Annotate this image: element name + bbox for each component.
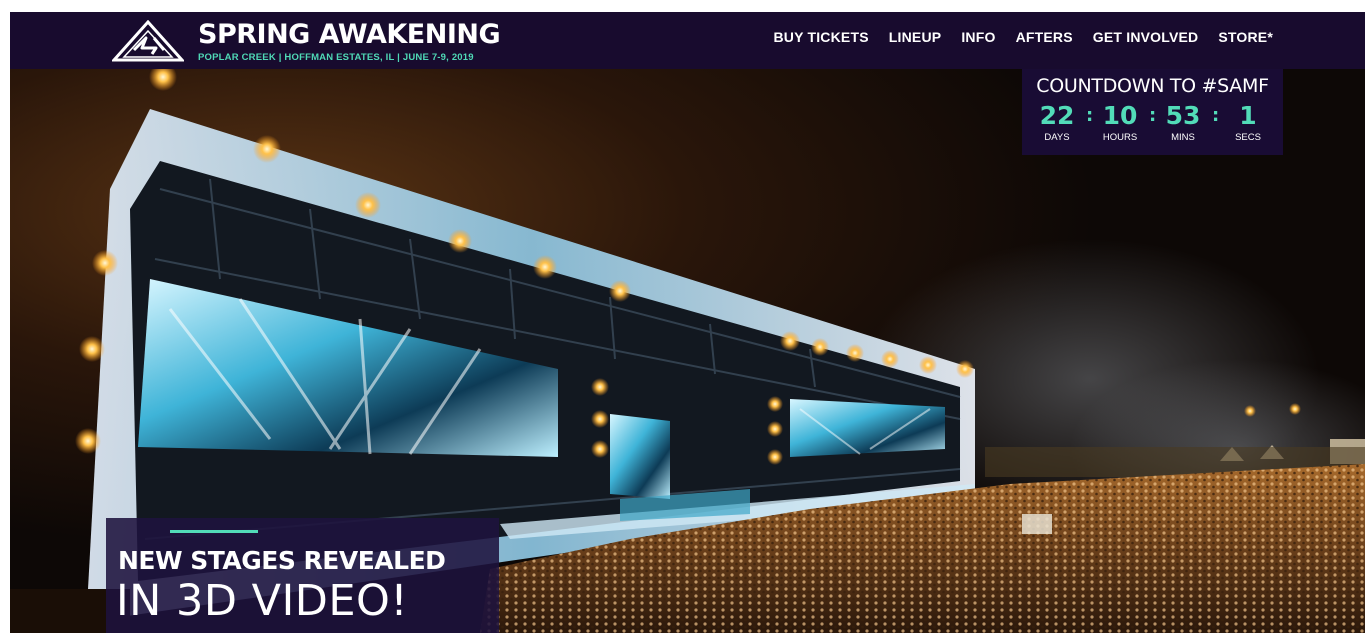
- sa-triangle-logo-icon[interactable]: [112, 20, 184, 62]
- nav-info[interactable]: INFO: [961, 29, 995, 45]
- countdown-title: COUNTDOWN TO #SAMF: [1036, 75, 1269, 97]
- nav-get-involved[interactable]: GET INVOLVED: [1093, 29, 1199, 45]
- countdown-mins-label: MINS: [1171, 132, 1195, 143]
- countdown-days: 22 DAYS: [1032, 101, 1082, 144]
- promo-banner[interactable]: NEW STAGES REVEALED IN 3D VIDEO!: [106, 518, 499, 633]
- countdown-separator: :: [1149, 105, 1157, 126]
- countdown-separator: :: [1212, 105, 1220, 126]
- countdown-hours-label: HOURS: [1102, 132, 1138, 143]
- site-header: SPRING AWAKENING POPLAR CREEK | HOFFMAN …: [10, 12, 1365, 69]
- countdown-hours-value: 10: [1102, 101, 1138, 130]
- promo-headline: NEW STAGES REVEALED: [118, 546, 446, 575]
- main-nav: BUY TICKETS LINEUP INFO AFTERS GET INVOL…: [773, 29, 1273, 45]
- countdown-secs-value: 1: [1239, 101, 1257, 130]
- countdown-secs: 1 SECS: [1223, 101, 1273, 144]
- countdown-hours: 10 HOURS: [1095, 101, 1145, 144]
- promo-accent-bar: [170, 530, 258, 533]
- page-frame: SPRING AWAKENING POPLAR CREEK | HOFFMAN …: [10, 12, 1365, 633]
- countdown-separator: :: [1086, 105, 1094, 126]
- brand-title[interactable]: SPRING AWAKENING: [198, 20, 501, 50]
- countdown-days-label: DAYS: [1044, 132, 1070, 143]
- nav-store[interactable]: STORE*: [1218, 29, 1273, 45]
- nav-buy-tickets[interactable]: BUY TICKETS: [773, 29, 868, 45]
- countdown-secs-label: SECS: [1235, 132, 1261, 143]
- countdown-mins-value: 53: [1165, 101, 1201, 130]
- countdown-widget: COUNTDOWN TO #SAMF 22 DAYS : 10 HOURS : …: [1022, 69, 1283, 155]
- nav-lineup[interactable]: LINEUP: [889, 29, 942, 45]
- nav-afters[interactable]: AFTERS: [1016, 29, 1073, 45]
- brand-subtitle: POPLAR CREEK | HOFFMAN ESTATES, IL | JUN…: [198, 52, 474, 63]
- countdown-mins: 53 MINS: [1158, 101, 1208, 144]
- promo-subheadline: IN 3D VIDEO!: [116, 576, 409, 626]
- countdown-days-value: 22: [1039, 101, 1075, 130]
